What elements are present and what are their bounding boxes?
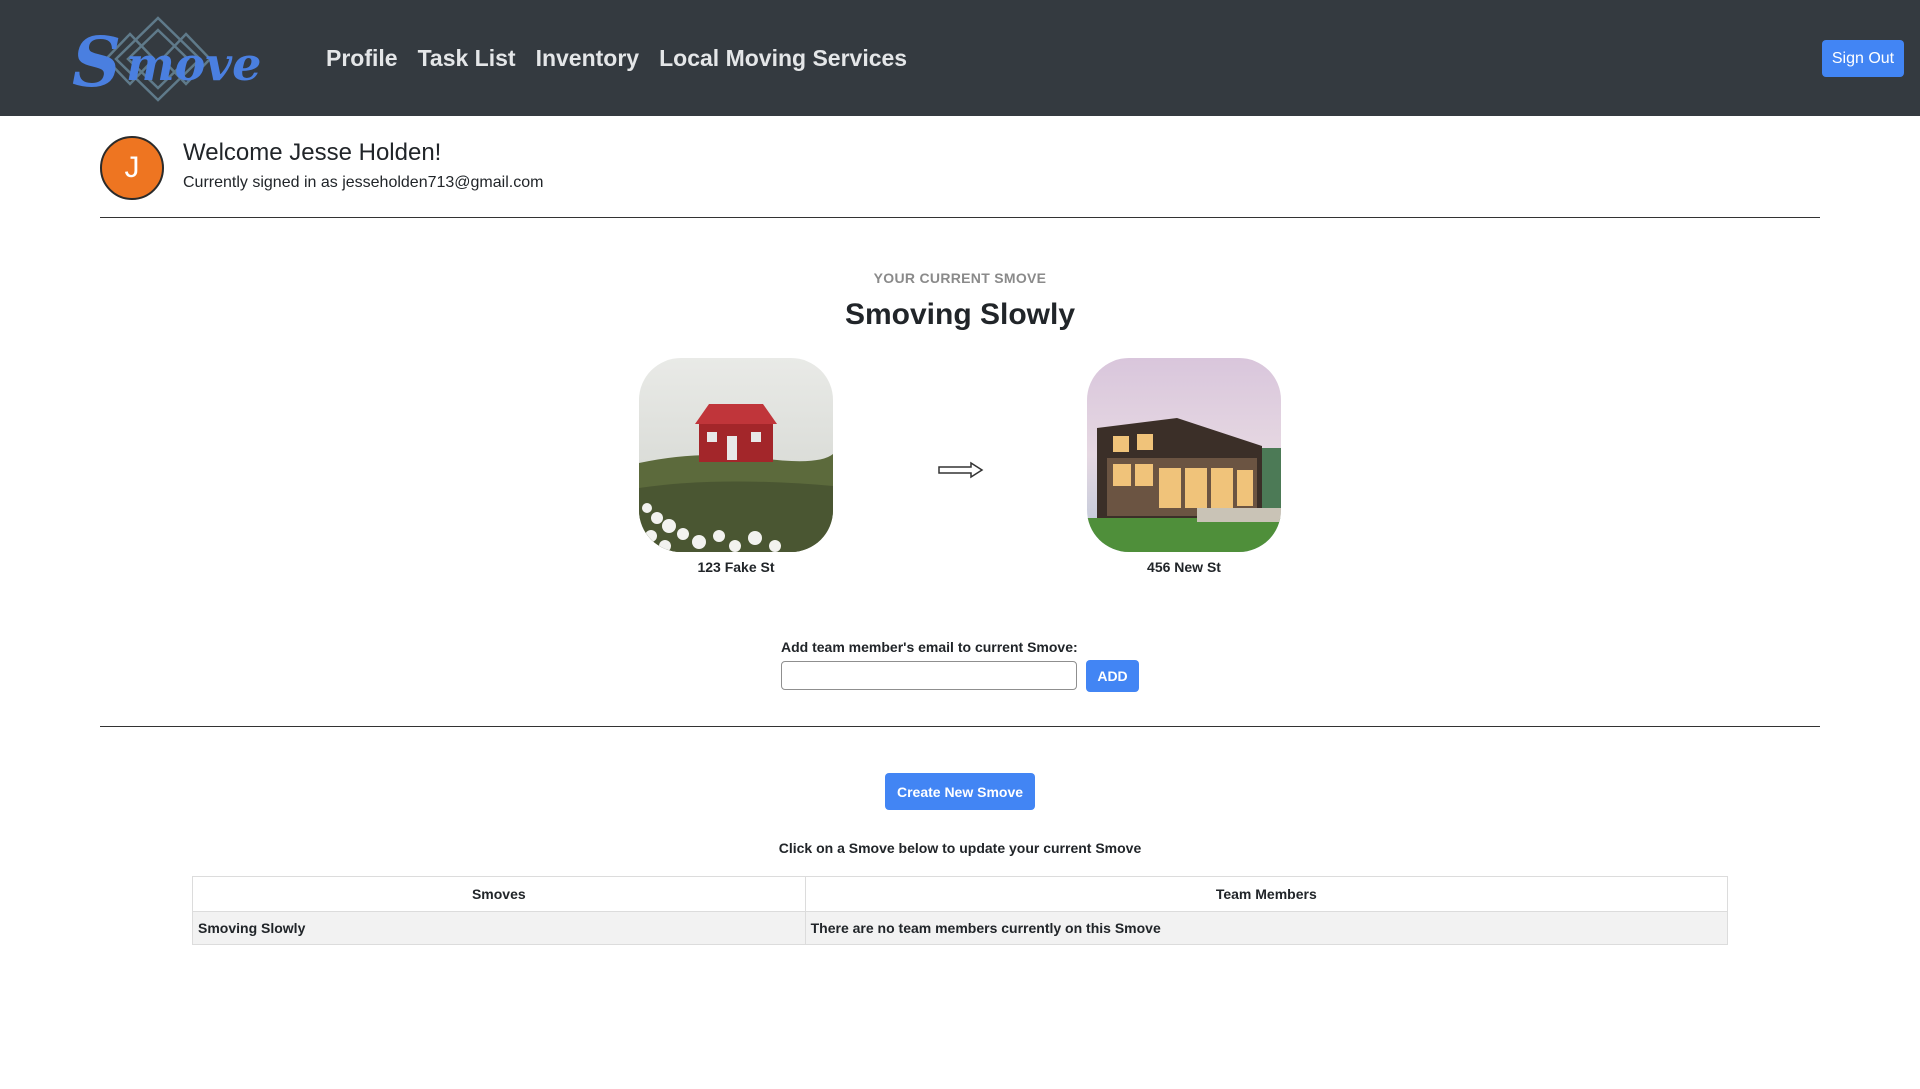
signed-in-text: Currently signed in as jesseholden713@gm… xyxy=(183,174,544,191)
divider-top xyxy=(100,217,1820,218)
svg-text:S: S xyxy=(72,23,121,103)
from-address: 123 Fake St xyxy=(697,559,775,575)
top-navbar: S move Profile Task List Inventory Local… xyxy=(0,0,1920,116)
divider-bottom xyxy=(100,726,1820,727)
svg-text:move: move xyxy=(126,37,260,91)
add-team-member-button[interactable]: ADD xyxy=(1086,660,1139,692)
nav-task-list[interactable]: Task List xyxy=(418,45,516,72)
smoves-table: Smoves Team Members Smoving Slowly There… xyxy=(192,876,1729,945)
current-smove-title: Smoving Slowly xyxy=(844,298,1076,331)
column-header-team-members: Team Members xyxy=(804,876,1729,912)
column-header-smoves: Smoves xyxy=(192,876,806,912)
right-arrow-icon xyxy=(938,461,984,479)
nav-links: Profile Task List Inventory Local Moving… xyxy=(326,0,927,116)
from-house-image xyxy=(639,358,833,552)
smove-logo[interactable]: S move xyxy=(70,14,261,104)
team-members-cell[interactable]: There are no team members currently on t… xyxy=(804,911,1729,945)
table-row[interactable]: Smoving Slowly There are no team members… xyxy=(192,911,1729,945)
to-address: 456 New St xyxy=(1147,559,1221,575)
sign-out-button[interactable]: Sign Out xyxy=(1822,40,1904,77)
smove-name-cell[interactable]: Smoving Slowly xyxy=(192,911,806,945)
to-house-image xyxy=(1087,358,1281,552)
current-smove-eyebrow: YOUR CURRENT SMOVE xyxy=(873,270,1047,286)
select-smove-hint: Click on a Smove below to update your cu… xyxy=(778,840,1142,856)
avatar: J xyxy=(100,136,164,200)
team-member-email-input[interactable] xyxy=(781,661,1077,690)
nav-local-moving-services[interactable]: Local Moving Services xyxy=(659,45,907,72)
nav-inventory[interactable]: Inventory xyxy=(536,45,640,72)
nav-profile[interactable]: Profile xyxy=(326,45,398,72)
welcome-heading: Welcome Jesse Holden! xyxy=(183,139,442,166)
add-team-member-label: Add team member's email to current Smove… xyxy=(781,639,1078,655)
table-header-row: Smoves Team Members xyxy=(192,876,1729,912)
create-new-smove-button[interactable]: Create New Smove xyxy=(885,773,1035,810)
